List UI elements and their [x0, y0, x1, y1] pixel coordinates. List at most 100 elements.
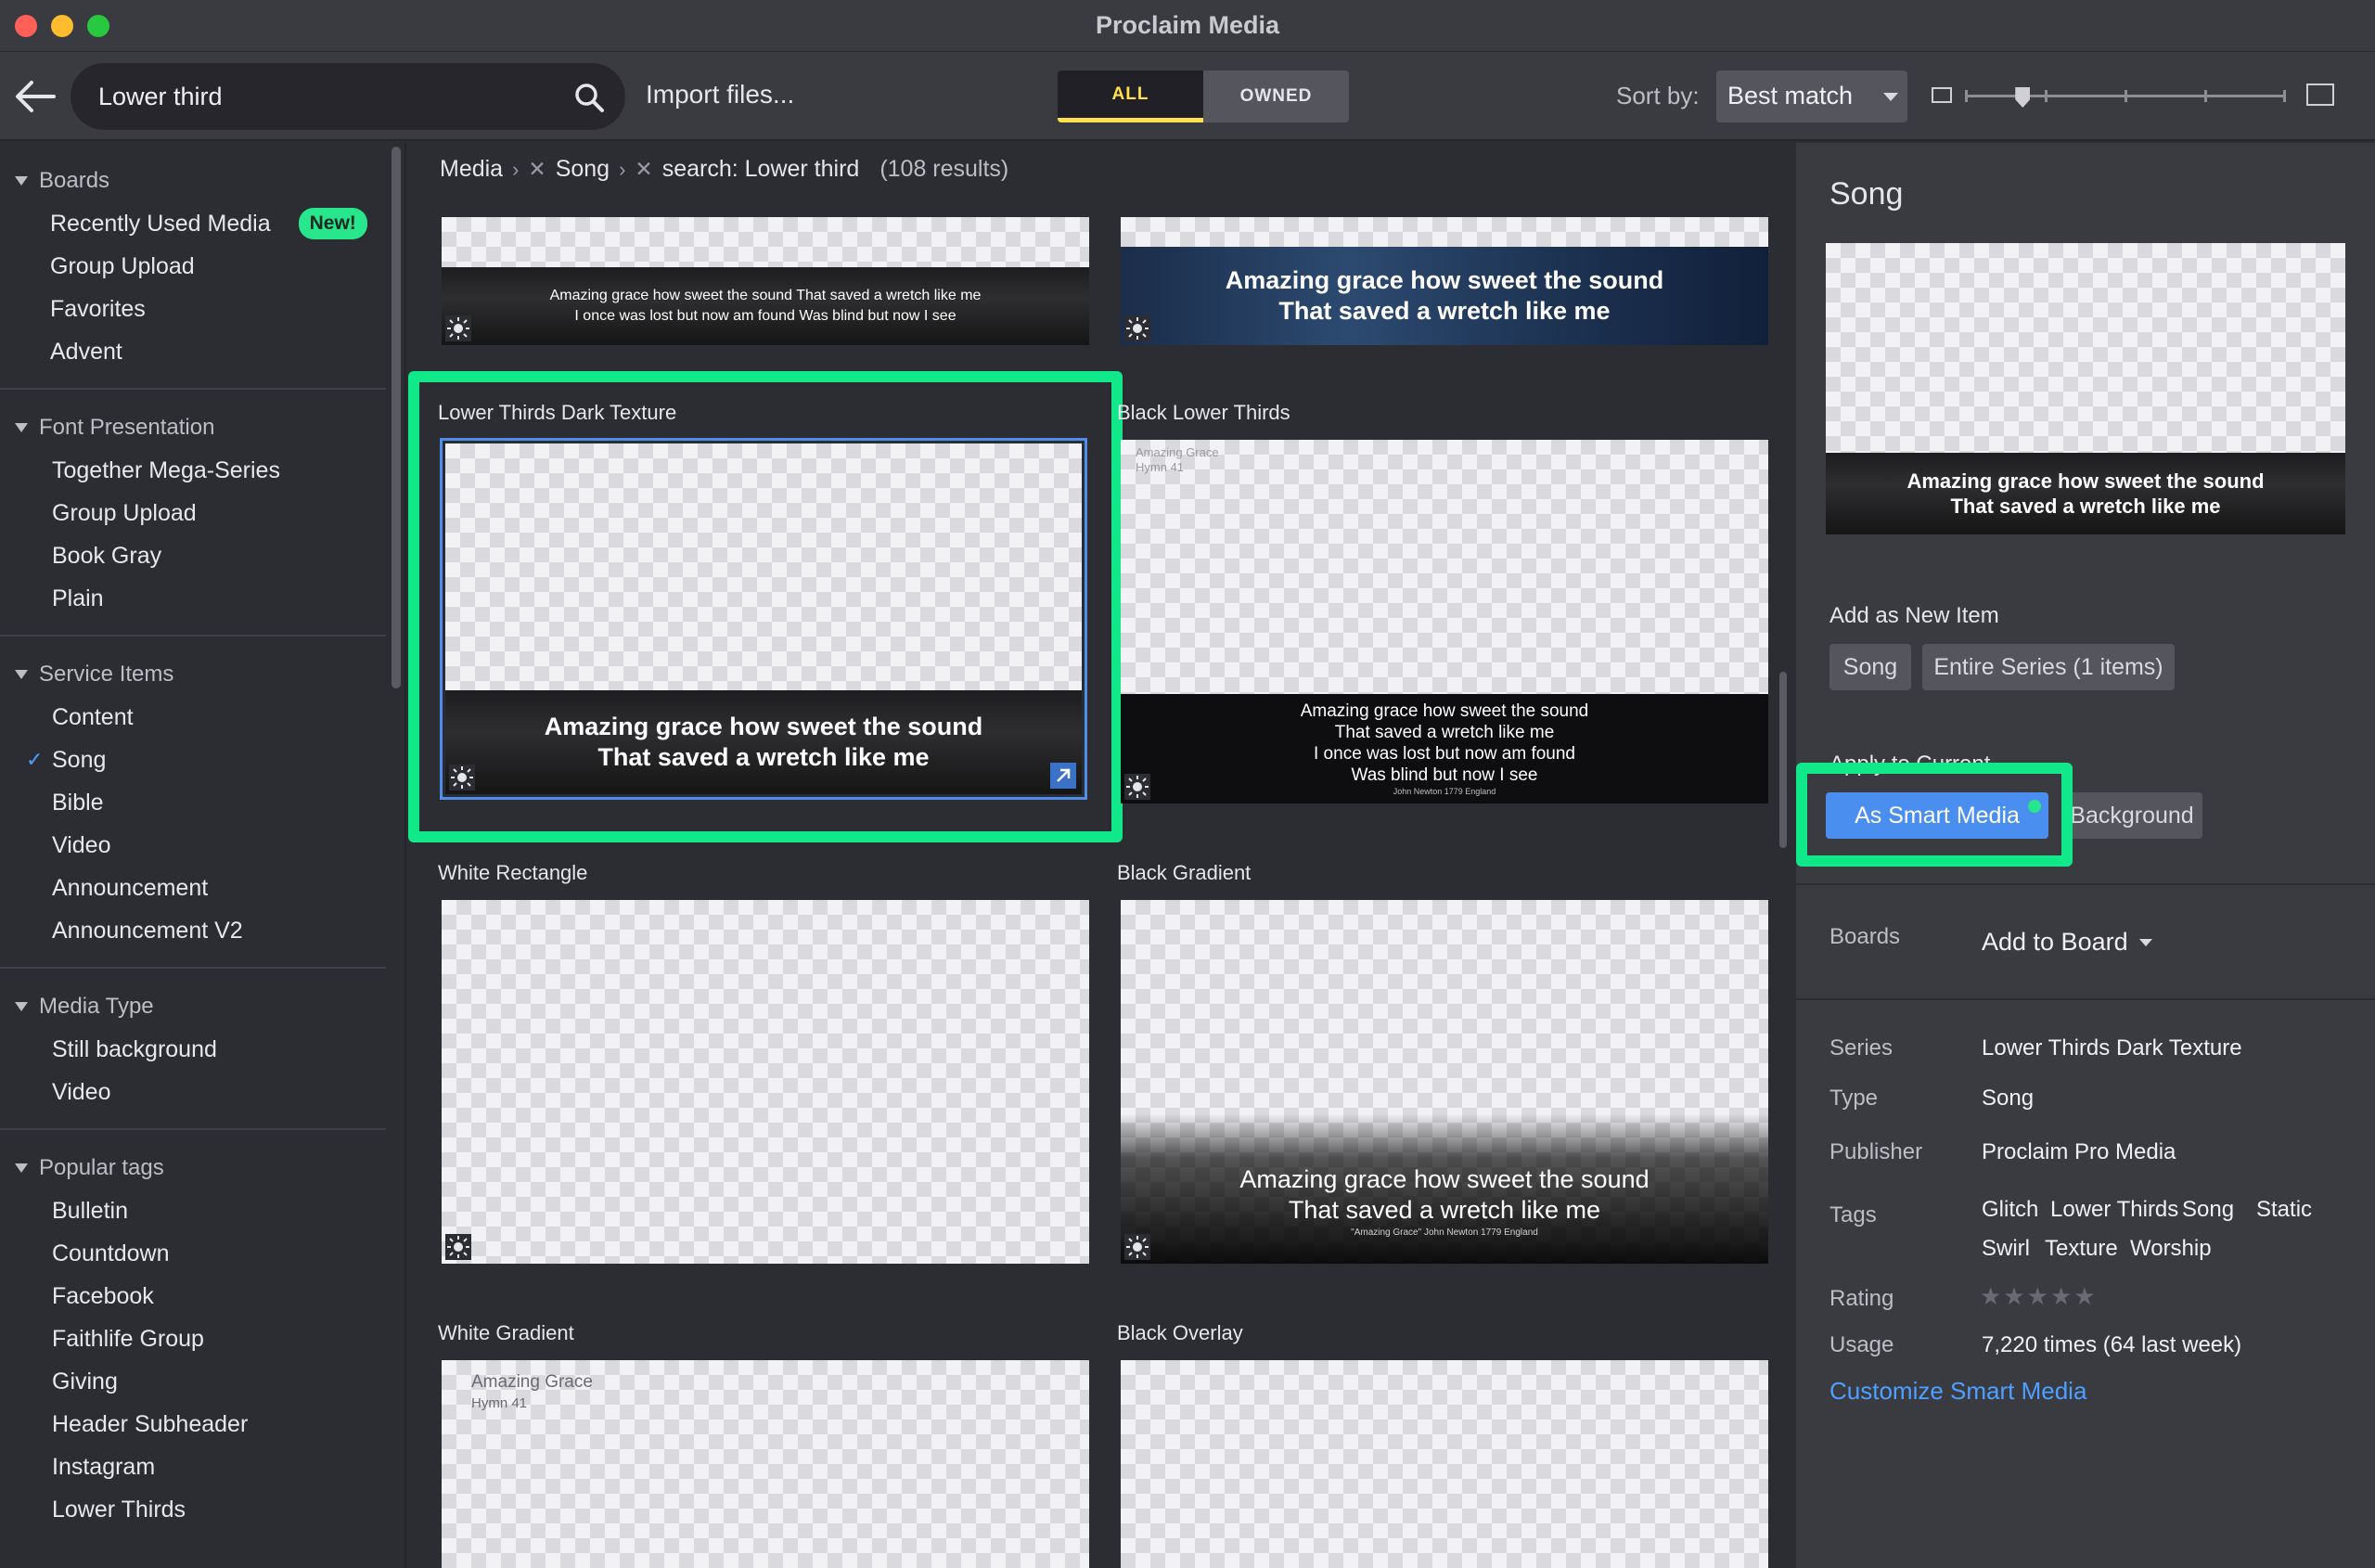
media-thumbnail[interactable]: Amazing Grace Hymn 41 Amazing grace how …: [1121, 440, 1768, 803]
panel-title: Song: [1829, 176, 1904, 212]
star-icon[interactable]: ★: [2073, 1282, 2097, 1310]
sidebar-item-tag[interactable]: Header Subheader: [0, 1403, 404, 1446]
tag-link[interactable]: Texture: [2045, 1236, 2118, 1262]
filter-owned-tab[interactable]: OWNED: [1203, 71, 1349, 122]
sidebar-item-tag[interactable]: Facebook: [0, 1275, 404, 1317]
sidebar-item-favorites[interactable]: Favorites: [0, 288, 404, 330]
breadcrumb-search[interactable]: search: Lower third: [662, 156, 860, 183]
tag-link[interactable]: Swirl: [1982, 1236, 2030, 1262]
sidebar-item-tag[interactable]: Lower Thirds: [0, 1488, 404, 1531]
corner-caption: Amazing Grace Hymn 41: [471, 1372, 593, 1411]
sidebar-group-header[interactable]: Boards: [0, 160, 404, 202]
title-bar: Proclaim Media: [0, 0, 2375, 52]
tag-link[interactable]: Lower Thirds: [2050, 1197, 2178, 1223]
minimize-window-button[interactable]: [51, 15, 73, 37]
sidebar-group-header[interactable]: Popular tags: [0, 1147, 404, 1189]
sort-select[interactable]: Best match: [1716, 71, 1907, 122]
search-icon[interactable]: [573, 82, 605, 113]
remove-filter-icon[interactable]: ✕: [528, 157, 546, 182]
zoom-window-button[interactable]: [87, 15, 109, 37]
usage-value: 7,220 times (64 last week): [1982, 1332, 2242, 1357]
sidebar-divider: [0, 388, 386, 390]
series-label: Series: [1829, 1035, 1894, 1060]
search-input[interactable]: [98, 76, 544, 117]
filter-all-tab[interactable]: ALL: [1058, 71, 1203, 122]
media-thumbnail[interactable]: Amazing grace how sweet the sound That s…: [1121, 900, 1768, 1264]
sidebar-item-tag[interactable]: Faithlife Group: [0, 1317, 404, 1360]
sidebar-item-announcement-v2[interactable]: Announcement V2: [0, 909, 404, 952]
sidebar-item-together[interactable]: Together Mega-Series: [0, 449, 404, 492]
sidebar-item-group-upload[interactable]: Group Upload: [0, 245, 404, 288]
disclosure-triangle-icon: [15, 423, 28, 432]
close-window-button[interactable]: [15, 15, 37, 37]
sidebar-item-advent[interactable]: Advent: [0, 330, 404, 373]
media-grid: Media › ✕ Song › ✕ search: Lower third (…: [408, 143, 1794, 1568]
back-button[interactable]: [13, 78, 56, 115]
add-series-button[interactable]: Entire Series (1 items): [1922, 644, 2175, 690]
sidebar: Boards Recently Used Media New! Group Upl…: [0, 143, 406, 1568]
sidebar-item-video[interactable]: Video: [0, 824, 404, 867]
media-thumbnail[interactable]: Amazing grace how sweet the sound That s…: [1121, 217, 1768, 345]
search-box: [71, 63, 625, 130]
star-icon[interactable]: ★: [2027, 1282, 2050, 1310]
sidebar-group-header[interactable]: Font Presentation: [0, 406, 404, 449]
sidebar-item-bible[interactable]: Bible: [0, 781, 404, 824]
sidebar-item-group-upload[interactable]: Group Upload: [0, 492, 404, 534]
media-thumbnail[interactable]: Amazing Grace Hymn 41: [442, 1360, 1089, 1568]
media-thumbnail[interactable]: [1121, 1360, 1768, 1568]
large-thumbnail-icon[interactable]: [2306, 84, 2334, 106]
star-icon[interactable]: ★: [2003, 1282, 2026, 1310]
customize-smart-media-link[interactable]: Customize Smart Media: [1829, 1377, 2086, 1406]
rating-label: Rating: [1829, 1286, 1894, 1311]
chevron-down-icon: [1883, 93, 1898, 101]
usage-label: Usage: [1829, 1332, 1894, 1357]
sidebar-item-tag[interactable]: Countdown: [0, 1232, 404, 1275]
sidebar-item-recently-used[interactable]: Recently Used Media New!: [0, 202, 404, 245]
rating-stars[interactable]: ★★★★★: [1980, 1282, 2098, 1311]
sidebar-group-header[interactable]: Service Items: [0, 653, 404, 696]
breadcrumb: Media › ✕ Song › ✕ search: Lower third (…: [440, 156, 1008, 183]
background-button[interactable]: Background: [2061, 792, 2202, 839]
star-icon[interactable]: ★: [1980, 1282, 2003, 1310]
sidebar-item-tag[interactable]: Bulletin: [0, 1189, 404, 1232]
tag-link[interactable]: Glitch: [1982, 1197, 2038, 1223]
slider-thumb[interactable]: [2015, 87, 2031, 108]
sidebar-item-content[interactable]: Content: [0, 696, 404, 739]
import-files-link[interactable]: Import files...: [646, 80, 794, 109]
sidebar-item-plain[interactable]: Plain: [0, 577, 404, 620]
media-thumbnail[interactable]: [442, 900, 1089, 1264]
media-thumbnail[interactable]: Amazing grace how sweet the sound That s…: [442, 217, 1089, 345]
sidebar-item-tag[interactable]: Giving: [0, 1360, 404, 1403]
add-as-new-label: Add as New Item: [1829, 603, 1999, 628]
small-thumbnail-icon[interactable]: [1932, 87, 1952, 103]
corner-caption: Amazing Grace Hymn 41: [1136, 445, 1219, 474]
thumbnail-size-slider[interactable]: [1965, 87, 2286, 108]
breadcrumb-root[interactable]: Media: [440, 156, 503, 183]
toolbar: Import files... ALL OWNED Sort by: Best …: [0, 52, 2375, 141]
add-song-button[interactable]: Song: [1829, 644, 1911, 690]
add-to-board-dropdown[interactable]: Add to Board: [1982, 928, 2152, 957]
breadcrumb-song[interactable]: Song: [556, 156, 610, 183]
remove-filter-icon[interactable]: ✕: [635, 157, 652, 182]
sidebar-group-font-presentation: Font Presentation Together Mega-Series G…: [0, 406, 404, 620]
sidebar-group-header[interactable]: Media Type: [0, 985, 404, 1028]
sidebar-item-tag[interactable]: Instagram: [0, 1446, 404, 1488]
tag-link[interactable]: Static: [2256, 1197, 2312, 1223]
sort-label: Sort by:: [1616, 82, 1700, 109]
tag-link[interactable]: Song: [2182, 1197, 2234, 1223]
star-icon[interactable]: ★: [2050, 1282, 2073, 1310]
grid-scrollbar[interactable]: [1779, 672, 1787, 848]
sidebar-group-media-type: Media Type Still background Video: [0, 985, 404, 1113]
disclosure-triangle-icon: [15, 176, 28, 186]
type-value: Song: [1982, 1086, 2035, 1111]
disclosure-triangle-icon: [15, 1002, 28, 1011]
sidebar-scrollbar[interactable]: [392, 147, 401, 688]
sidebar-item-announcement[interactable]: Announcement: [0, 867, 404, 909]
sidebar-group-service-items: Service Items Content ✓ Song Bible Video …: [0, 653, 404, 952]
sidebar-item-book-gray[interactable]: Book Gray: [0, 534, 404, 577]
card-title: Black Gradient: [1117, 861, 1252, 884]
sidebar-item-song[interactable]: ✓ Song: [0, 739, 404, 781]
sidebar-item-video[interactable]: Video: [0, 1071, 404, 1113]
tag-link[interactable]: Worship: [2130, 1236, 2212, 1262]
sidebar-item-still-background[interactable]: Still background: [0, 1028, 404, 1071]
